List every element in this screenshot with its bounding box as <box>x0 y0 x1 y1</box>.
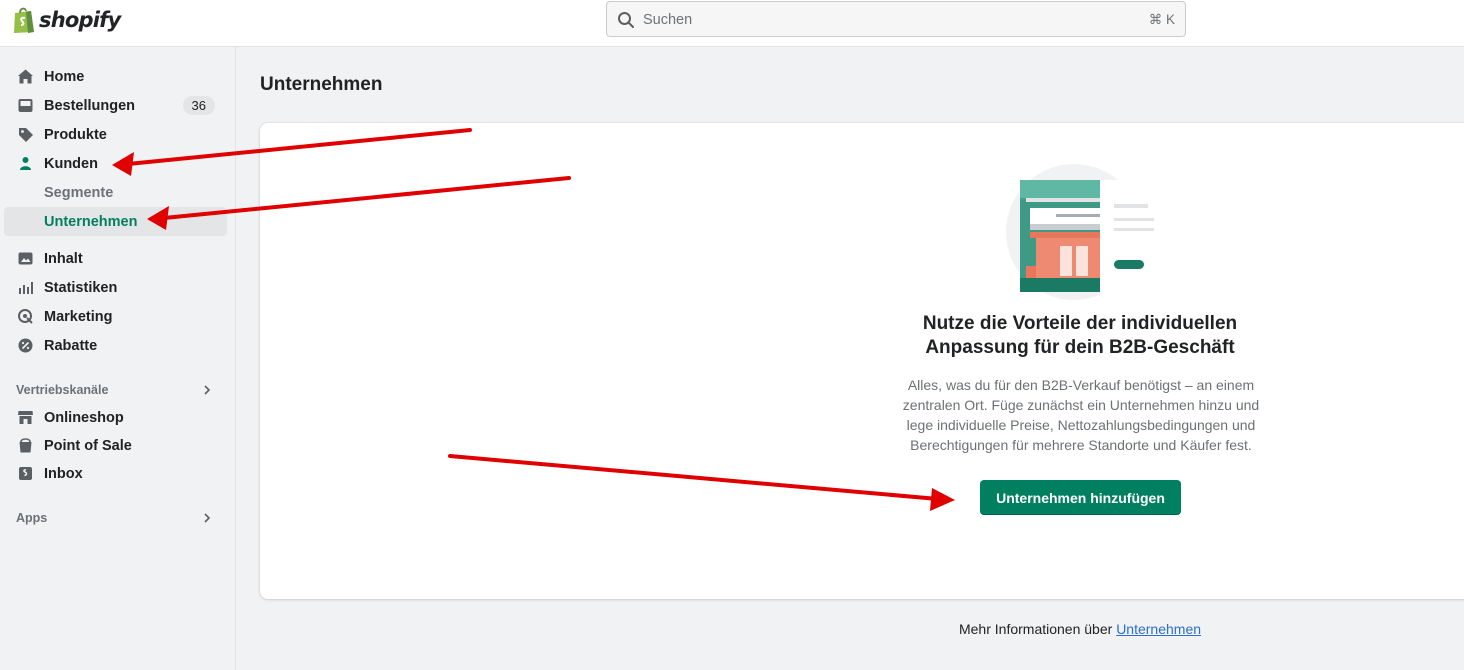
empty-state-heading: Nutze die Vorteile der individuellen Anp… <box>922 313 1238 358</box>
tag-icon <box>19 128 33 142</box>
empty-state-card <box>260 123 1464 599</box>
sidebar-item-label: Point of Sale <box>44 437 132 454</box>
sidebar-item-label: Onlineshop <box>44 409 124 426</box>
sidebar-item-content[interactable]: Inhalt <box>0 244 236 273</box>
inbox-app-icon <box>19 467 32 480</box>
sidebar-item-label: Unternehmen <box>44 213 138 230</box>
sales-channels-title: Vertriebskanäle <box>16 383 109 397</box>
sidebar-item-inbox[interactable]: Inbox <box>0 459 236 488</box>
chevron-right-icon[interactable] <box>201 384 213 396</box>
sidebar-item-label: Segmente <box>44 184 114 201</box>
sidebar-item-label: Produkte <box>44 126 107 143</box>
sidebar-item-point-of-sale[interactable]: Point of Sale <box>0 431 236 460</box>
page-title: Unternehmen <box>260 74 383 95</box>
orders-count-badge: 36 <box>182 96 215 115</box>
inbox-icon <box>18 99 33 112</box>
sidebar-item-orders[interactable]: Bestellungen 36 <box>0 91 236 120</box>
discount-icon <box>18 338 33 353</box>
store-icon <box>18 411 33 424</box>
add-company-button[interactable]: Unternehmen hinzufügen <box>980 480 1181 515</box>
footer-prefix: Mehr Informationen über <box>958 621 1113 637</box>
apps-title: Apps <box>16 511 48 525</box>
search-icon <box>618 12 634 28</box>
b2b-storefront-illustration <box>1006 164 1160 300</box>
sidebar-item-discounts[interactable]: Rabatte <box>0 331 236 360</box>
sidebar-item-label: Bestellungen <box>44 97 136 114</box>
search-placeholder: Suchen <box>643 12 693 28</box>
analytics-icon <box>19 282 33 294</box>
shopify-logo[interactable]: shopify <box>12 5 121 35</box>
content-icon <box>18 252 33 265</box>
sidebar-item-online-store[interactable]: Onlineshop <box>0 403 236 432</box>
top-bar: shopify Suchen ⌘ K <box>0 0 1464 47</box>
sidebar-item-label: Inbox <box>44 465 83 482</box>
empty-state-description: Alles, was du für den B2B-Verkauf benöti… <box>902 377 1260 453</box>
sidebar-item-analytics[interactable]: Statistiken <box>0 273 236 302</box>
chevron-right-icon[interactable] <box>201 512 213 524</box>
person-icon <box>20 157 31 170</box>
target-icon <box>18 309 33 324</box>
sidebar-item-companies[interactable]: Unternehmen <box>4 207 227 236</box>
search-shortcut: ⌘ K <box>1148 12 1175 27</box>
shopify-bag-icon <box>12 6 36 34</box>
sidebar-item-label: Rabatte <box>44 337 98 354</box>
home-icon <box>18 69 33 84</box>
sidebar-item-products[interactable]: Produkte <box>0 120 236 149</box>
sidebar-item-label: Statistiken <box>44 279 118 296</box>
pos-icon <box>19 438 32 453</box>
sidebar-item-segments[interactable]: Segmente <box>0 178 236 207</box>
brand-name: shopify <box>39 8 121 32</box>
sidebar-item-marketing[interactable]: Marketing <box>0 302 236 331</box>
sidebar-item-label: Inhalt <box>44 250 83 267</box>
companies-help-link[interactable]: Unternehmen <box>1116 621 1201 637</box>
sidebar-item-label: Kunden <box>44 155 98 172</box>
sidebar-item-label: Home <box>44 68 85 85</box>
sidebar-item-customers[interactable]: Kunden <box>0 149 236 178</box>
footer-info: Mehr Informationen über Unternehmen <box>880 621 1280 637</box>
sidebar-item-home[interactable]: Home <box>0 62 236 91</box>
search-input[interactable]: Suchen ⌘ K <box>606 1 1186 37</box>
sidebar-item-label: Marketing <box>44 308 113 325</box>
